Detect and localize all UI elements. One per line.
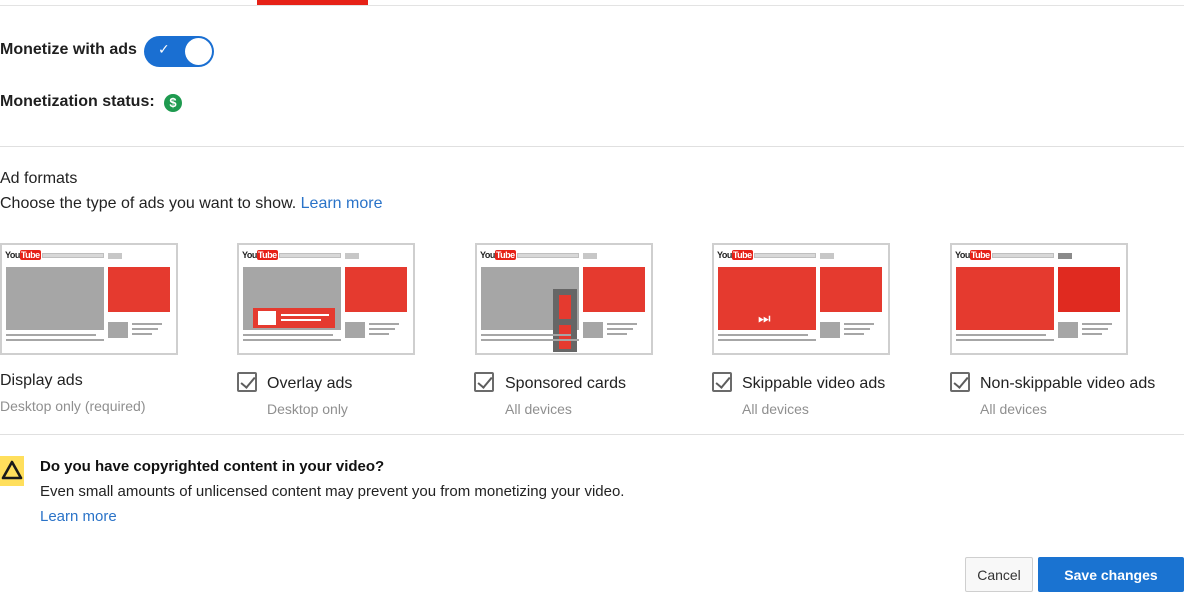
monetize-label: Monetize with ads xyxy=(0,41,137,58)
toggle-check-icon: ✓ xyxy=(158,42,170,58)
video-info-lines xyxy=(481,334,579,344)
search-button-shape xyxy=(345,253,359,259)
toggle-knob xyxy=(185,38,212,65)
sponsored-cards-checkbox[interactable] xyxy=(474,372,494,392)
overlay-ads-label: Overlay ads xyxy=(267,375,353,392)
ad-formats-title: Ad formats xyxy=(0,170,78,187)
sponsored-cards-label: Sponsored cards xyxy=(505,375,626,392)
search-button-shape xyxy=(108,253,122,259)
search-bar-shape xyxy=(992,253,1054,258)
display-ads-illustration: YouTube xyxy=(0,243,178,355)
dollar-circle-icon: $ xyxy=(164,94,182,112)
active-tab-indicator xyxy=(257,0,368,5)
sponsored-cards-illustration: YouTube xyxy=(475,243,653,355)
non-skippable-video-ads-label: Non-skippable video ads xyxy=(980,375,1156,392)
skippable-video-ads-sub: All devices xyxy=(742,401,809,417)
video-info-lines xyxy=(956,334,1054,344)
related-text-lines xyxy=(607,323,637,338)
display-ad-shape xyxy=(583,267,645,312)
display-ads-sub: Desktop only (required) xyxy=(0,398,146,414)
status-row: Monetization status: xyxy=(0,93,155,111)
ad-formats-description: Choose the type of ads you want to show.… xyxy=(0,195,382,213)
video-player-shape xyxy=(6,267,104,330)
display-ad-shape xyxy=(108,267,170,312)
overlay-ads-checkbox[interactable] xyxy=(237,372,257,392)
youtube-logo-icon: YouTube xyxy=(955,250,991,260)
copyright-learn-more-link[interactable]: Learn more xyxy=(40,508,117,525)
video-info-lines xyxy=(718,334,816,344)
youtube-logo-icon: YouTube xyxy=(5,250,41,260)
youtube-logo-icon: YouTube xyxy=(717,250,753,260)
search-bar-shape xyxy=(517,253,579,258)
monetize-row: Monetize with ads xyxy=(0,41,137,59)
video-ad-shape: ⏭ xyxy=(718,267,816,330)
skippable-video-ads-illustration: YouTube ⏭ xyxy=(712,243,890,355)
video-player-shape xyxy=(243,267,341,330)
monetize-toggle[interactable]: ✓ xyxy=(144,36,214,67)
related-thumb-shape xyxy=(583,322,603,338)
skip-forward-icon: ⏭ xyxy=(758,311,771,327)
search-bar-shape xyxy=(754,253,816,258)
overlay-ads-sub: Desktop only xyxy=(267,401,348,417)
ad-formats-learn-more-link[interactable]: Learn more xyxy=(301,195,383,212)
top-divider xyxy=(0,5,1184,6)
display-ads-label: Display ads xyxy=(0,372,83,389)
search-button-shape xyxy=(583,253,597,259)
related-text-lines xyxy=(844,323,874,338)
overlay-ads-illustration: YouTube xyxy=(237,243,415,355)
related-thumb-shape xyxy=(1058,322,1078,338)
search-bar-shape xyxy=(42,253,104,258)
related-thumb-shape xyxy=(108,322,128,338)
section-divider xyxy=(0,146,1184,147)
video-info-lines xyxy=(243,334,341,344)
video-player-shape xyxy=(481,267,579,352)
related-text-lines xyxy=(132,323,162,338)
related-text-lines xyxy=(1082,323,1112,338)
display-ad-shape xyxy=(345,267,407,312)
skippable-video-ads-checkbox[interactable] xyxy=(712,372,732,392)
search-button-shape xyxy=(820,253,834,259)
youtube-logo-icon: YouTube xyxy=(242,250,278,260)
copyright-title: Do you have copyrighted content in your … xyxy=(40,458,385,475)
display-ad-shape xyxy=(1058,267,1120,312)
related-thumb-shape xyxy=(820,322,840,338)
status-label: Monetization status: xyxy=(0,93,155,110)
ad-formats-description-text: Choose the type of ads you want to show. xyxy=(0,195,297,212)
save-changes-button[interactable]: Save changes xyxy=(1038,557,1184,592)
non-skippable-video-ads-checkbox[interactable] xyxy=(950,372,970,392)
non-skippable-video-ads-sub: All devices xyxy=(980,401,1047,417)
search-button-shape xyxy=(1058,253,1072,259)
warning-icon xyxy=(0,456,24,486)
display-ad-shape xyxy=(820,267,882,312)
video-info-lines xyxy=(6,334,104,344)
non-skippable-video-ads-illustration: YouTube xyxy=(950,243,1128,355)
related-text-lines xyxy=(369,323,399,338)
overlay-ad-shape xyxy=(253,308,335,328)
section-divider xyxy=(0,434,1184,435)
youtube-logo-icon: YouTube xyxy=(480,250,516,260)
skippable-video-ads-label: Skippable video ads xyxy=(742,375,886,392)
search-bar-shape xyxy=(279,253,341,258)
copyright-text: Even small amounts of unlicensed content… xyxy=(40,483,625,500)
video-ad-shape xyxy=(956,267,1054,330)
related-thumb-shape xyxy=(345,322,365,338)
sponsored-cards-sub: All devices xyxy=(505,401,572,417)
cancel-button[interactable]: Cancel xyxy=(965,557,1033,592)
